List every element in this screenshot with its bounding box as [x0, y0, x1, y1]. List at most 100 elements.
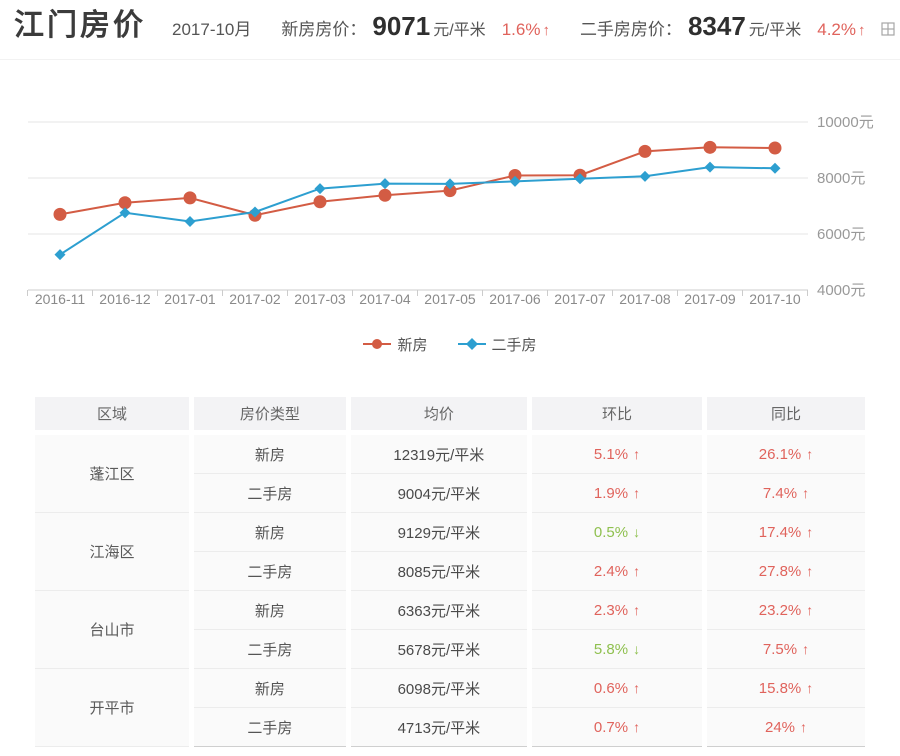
data-point: [185, 216, 196, 227]
price-type-cell: 二手房: [194, 474, 346, 513]
price-type-cell: 新房: [194, 435, 346, 474]
price-type-cell: 二手房: [194, 708, 346, 747]
legend-label-second-house: 二手房: [492, 334, 537, 355]
up-arrow-icon: ↑: [633, 719, 640, 735]
table-row: 江海区新房9129元/平米0.5%↓17.4%↑: [35, 513, 865, 552]
new-house-price-value: 9071: [372, 11, 430, 42]
down-arrow-icon: ↓: [633, 641, 640, 657]
price-trend-chart-area: 10000元8000元6000元4000元2016-112016-122017-…: [0, 70, 900, 320]
price-type-cell: 二手房: [194, 552, 346, 591]
percent-value: 2.4%: [594, 563, 628, 580]
new-house-price-label: 新房房价：: [281, 15, 366, 40]
yoy-change-cell: 24%↑: [707, 708, 865, 747]
x-axis-label: 2017-03: [294, 291, 346, 307]
region-cell: 江海区: [35, 513, 189, 591]
percent-value: 26.1%: [759, 446, 802, 463]
mom-change-cell: 1.9%↑: [532, 474, 702, 513]
yoy-change-cell: 7.5% ↑: [707, 630, 865, 669]
legend-item-new-house[interactable]: 新房: [363, 334, 427, 355]
price-type-cell: 新房: [194, 513, 346, 552]
data-point: [54, 208, 67, 221]
column-header-yoy: 同比: [707, 397, 865, 435]
data-point: [769, 142, 782, 155]
second-house-price-label: 二手房房价：: [580, 15, 682, 40]
percent-value: 1.9%: [594, 485, 628, 502]
data-point: [639, 145, 652, 158]
x-axis-label: 2017-02: [229, 291, 281, 307]
price-table-body: 蓬江区新房12319元/平米5.1%↑26.1%↑二手房9004元/平米1.9%…: [35, 435, 865, 747]
legend-label-new-house: 新房: [397, 334, 427, 355]
second-house-price-unit: 元/平米: [749, 16, 801, 40]
new-house-up-arrow-icon: ↑: [542, 22, 550, 39]
yoy-change-cell: 17.4%↑: [707, 513, 865, 552]
x-axis-label: 2017-09: [684, 291, 736, 307]
avg-price-cell: 9129元/平米: [351, 513, 527, 552]
x-axis-label: 2017-05: [424, 291, 476, 307]
column-header-region: 区域: [35, 397, 189, 435]
percent-value: 0.5%: [594, 524, 628, 541]
table-row: 台山市新房6363元/平米2.3%↑23.2%↑: [35, 591, 865, 630]
mom-change-cell: 0.7% ↑: [532, 708, 702, 747]
percent-value: 17.4%: [759, 524, 802, 541]
percent-value: 7.4%: [763, 485, 797, 502]
y-axis-label: 6000元: [817, 226, 865, 243]
up-arrow-icon: ↑: [806, 446, 813, 462]
up-arrow-icon: ↑: [806, 524, 813, 540]
avg-price-cell: 6363元/平米: [351, 591, 527, 630]
second-house-change: 4.2%: [817, 20, 856, 40]
data-point: [315, 183, 326, 194]
yoy-change-cell: 23.2%↑: [707, 591, 865, 630]
mom-change-cell: 2.3%↑: [532, 591, 702, 630]
y-axis-label: 10000元: [817, 114, 874, 131]
x-axis-label: 2017-07: [554, 291, 606, 307]
data-point: [55, 249, 66, 260]
yoy-change-cell: 27.8%↑: [707, 552, 865, 591]
avg-price-cell: 6098元/平米: [351, 669, 527, 708]
data-point: [184, 191, 197, 204]
column-header-price-type: 房价类型: [194, 397, 346, 435]
up-arrow-icon: ↑: [633, 602, 640, 618]
mom-change-cell: 2.4% ↑: [532, 552, 702, 591]
x-axis-label: 2017-06: [489, 291, 541, 307]
column-header-avg-price: 均价: [351, 397, 527, 435]
new-house-price-unit: 元/平米: [433, 16, 485, 40]
up-arrow-icon: ↑: [802, 641, 809, 657]
chart-legend: 新房 二手房: [0, 332, 900, 356]
table-header-row: 区域 房价类型 均价 环比 同比: [35, 397, 865, 435]
percent-value: 7.5%: [763, 641, 797, 658]
yoy-change-cell: 7.4% ↑: [707, 474, 865, 513]
x-axis-label: 2017-10: [749, 291, 801, 307]
x-axis-label: 2016-11: [35, 291, 86, 307]
up-arrow-icon: ↑: [633, 563, 640, 579]
new-house-line-marker-icon: [363, 338, 391, 350]
data-point: [380, 178, 391, 189]
legend-item-second-house[interactable]: 二手房: [458, 334, 537, 355]
up-arrow-icon: ↑: [806, 563, 813, 579]
column-header-mom: 环比: [532, 397, 702, 435]
y-axis-label: 8000元: [817, 170, 865, 187]
down-arrow-icon: ↓: [633, 524, 640, 540]
calendar-grid-icon[interactable]: [881, 22, 895, 36]
avg-price-cell: 12319元/平米: [351, 435, 527, 474]
mom-change-cell: 0.5% ↓: [532, 513, 702, 552]
data-point: [314, 195, 327, 208]
up-arrow-icon: ↑: [800, 719, 807, 735]
up-arrow-icon: ↑: [633, 680, 640, 696]
up-arrow-icon: ↑: [806, 602, 813, 618]
second-house-up-arrow-icon: ↑: [858, 22, 866, 39]
up-arrow-icon: ↑: [633, 446, 640, 462]
table-row: 蓬江区新房12319元/平米5.1%↑26.1%↑: [35, 435, 865, 474]
x-axis-label: 2017-08: [619, 291, 671, 307]
second-house-price-value: 8347: [688, 11, 746, 42]
period-label: 2017-10月: [172, 15, 251, 40]
mom-change-cell: 5.8%↓: [532, 630, 702, 669]
new-house-change: 1.6%: [502, 20, 541, 40]
up-arrow-icon: ↑: [802, 485, 809, 501]
percent-value: 0.7%: [594, 719, 628, 736]
price-type-cell: 二手房: [194, 630, 346, 669]
jiangmen-price-page: 江门房价 2017-10月 新房房价： 9071 元/平米 1.6% ↑ 二手房…: [0, 0, 900, 756]
series-line-新房: [60, 147, 775, 215]
region-cell: 开平市: [35, 669, 189, 747]
avg-price-cell: 4713元/平米: [351, 708, 527, 747]
up-arrow-icon: ↑: [806, 680, 813, 696]
